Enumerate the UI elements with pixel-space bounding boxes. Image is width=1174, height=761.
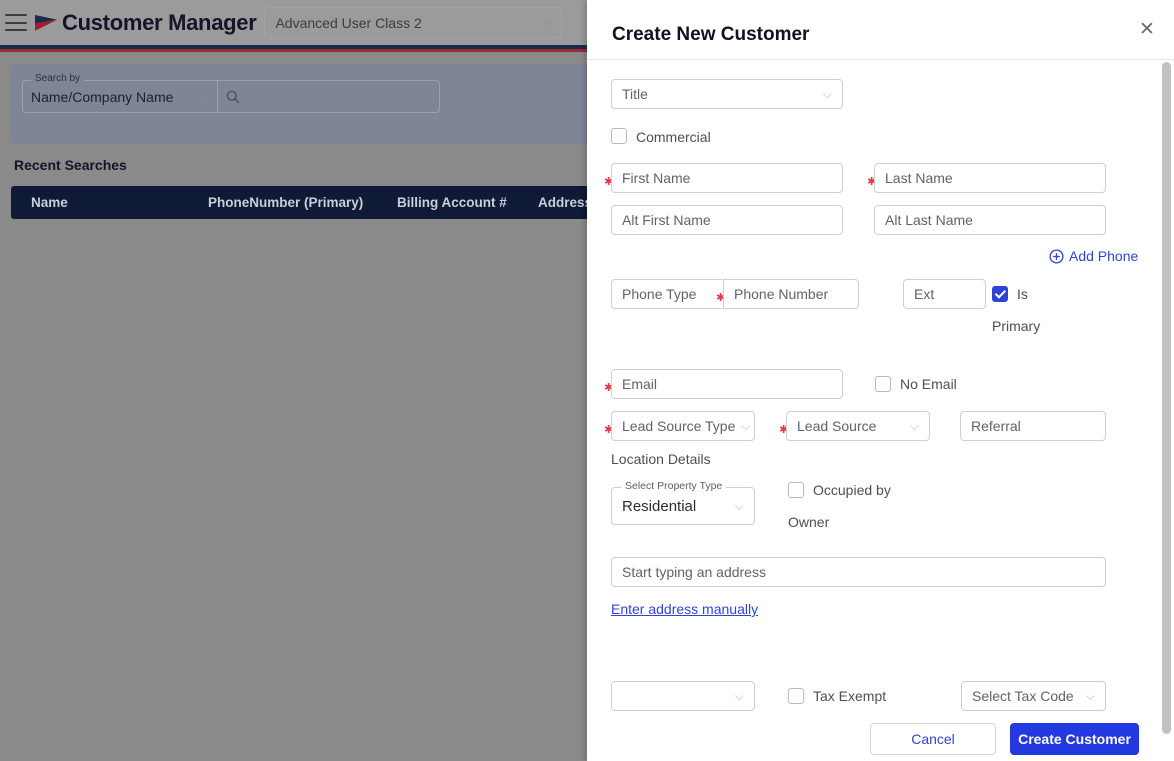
search-icon (226, 90, 240, 103)
bottom-unlabeled-select[interactable]: ⌵ (611, 681, 755, 711)
alt-first-name-input[interactable]: Alt First Name (611, 205, 843, 235)
modal-title: Create New Customer (612, 24, 810, 45)
last-name-placeholder: Last Name (885, 170, 953, 186)
search-input[interactable] (246, 87, 416, 106)
search-by-value: Name/Company Name (31, 88, 174, 105)
tax-exempt-checkbox[interactable] (788, 688, 804, 704)
chevron-down-icon: ⌵ (734, 689, 744, 703)
referral-placeholder: Referral (971, 418, 1021, 434)
enter-address-manually-link[interactable]: Enter address manually (611, 601, 758, 617)
close-icon[interactable]: ✕ (1136, 18, 1158, 40)
modal-scrollbar-thumb[interactable] (1162, 62, 1171, 734)
referral-input[interactable]: Referral (960, 411, 1106, 441)
property-type-value: Residential (622, 497, 697, 515)
hamburger-icon[interactable] (5, 14, 27, 31)
phone-type-placeholder: Phone Type (622, 286, 697, 302)
column-header-phone: PhoneNumber (Primary) (208, 195, 364, 210)
cancel-button[interactable]: Cancel (870, 723, 996, 755)
no-email-checkbox[interactable] (875, 376, 891, 392)
is-primary-label-line2: Primary (992, 318, 1041, 334)
recent-searches-heading: Recent Searches (14, 157, 127, 173)
plus-circle-icon (1049, 248, 1064, 264)
is-primary-label-line1: Is (1017, 286, 1028, 302)
ext-input[interactable]: Ext (903, 279, 986, 309)
phone-type-select[interactable]: Phone Type (611, 279, 722, 309)
first-name-placeholder: First Name (622, 170, 691, 186)
location-details-heading: Location Details (611, 451, 711, 467)
create-customer-button[interactable]: Create Customer (1010, 723, 1139, 755)
pennant-logo-icon (33, 13, 59, 33)
chevron-down-icon: ⌵ (822, 87, 832, 101)
modal-scrollbar[interactable] (1162, 62, 1171, 759)
search-row: Search by Name/Company Name ⌵ (22, 74, 440, 113)
chevron-down-icon: ⌵ (199, 89, 209, 103)
address-placeholder: Start typing an address (622, 564, 766, 580)
modal-header: Create New Customer ✕ (587, 0, 1174, 60)
lead-source-placeholder: Lead Source (797, 418, 877, 434)
phone-number-input[interactable]: Phone Number (723, 279, 859, 309)
chevron-down-icon: ⌵ (542, 15, 552, 29)
address-autocomplete-input[interactable]: Start typing an address (611, 557, 1106, 587)
property-type-select[interactable]: Select Property Type Residential ⌵ (611, 481, 755, 525)
column-header-address: Address (538, 195, 593, 210)
user-class-value: Advanced User Class 2 (275, 14, 422, 31)
tax-code-select[interactable]: Select Tax Code ⌵ (961, 681, 1106, 711)
alt-last-name-input[interactable]: Alt Last Name (874, 205, 1106, 235)
chevron-down-icon: ⌵ (1085, 689, 1095, 703)
last-name-input[interactable]: Last Name (874, 163, 1106, 193)
search-by-legend: Search by (31, 74, 85, 84)
column-header-billing-account: Billing Account # (397, 195, 507, 210)
alt-first-name-placeholder: Alt First Name (622, 212, 711, 228)
add-phone-button[interactable]: Add Phone (1049, 248, 1138, 264)
commercial-label: Commercial (636, 129, 711, 145)
email-placeholder: Email (622, 376, 658, 392)
is-primary-checkbox[interactable] (992, 286, 1008, 302)
first-name-input[interactable]: First Name (611, 163, 843, 193)
search-field-wrapper[interactable] (218, 80, 440, 113)
user-class-select[interactable]: Advanced User Class 2 ⌵ (264, 6, 563, 39)
page-title: Customer Manager (62, 9, 257, 35)
chevron-down-icon: ⌵ (909, 419, 919, 433)
no-email-label: No Email (900, 376, 957, 392)
search-by-select[interactable]: Search by Name/Company Name ⌵ (22, 74, 218, 113)
email-input[interactable]: Email (611, 369, 843, 399)
lead-source-select[interactable]: Lead Source ⌵ (786, 411, 930, 441)
lead-source-type-select[interactable]: Lead Source Type ⌵ (611, 411, 755, 441)
column-header-name: Name (31, 195, 68, 210)
tax-code-value: Select Tax Code (972, 688, 1074, 704)
commercial-checkbox[interactable] (611, 128, 627, 144)
ext-placeholder: Ext (914, 286, 935, 302)
occupied-by-owner-label-line1: Occupied by (813, 482, 891, 498)
lead-source-type-placeholder: Lead Source Type (622, 418, 736, 434)
title-select[interactable]: Title ⌵ (611, 79, 843, 109)
occupied-by-owner-checkbox[interactable] (788, 482, 804, 498)
title-select-value: Title (622, 86, 648, 102)
occupied-by-owner-label-line2: Owner (788, 514, 830, 530)
alt-last-name-placeholder: Alt Last Name (885, 212, 973, 228)
create-new-customer-modal: Create New Customer ✕ Title ⌵ Commercial… (587, 0, 1174, 761)
chevron-down-icon: ⌵ (741, 419, 751, 433)
property-type-legend: Select Property Type (621, 481, 727, 492)
chevron-down-icon: ⌵ (734, 498, 744, 513)
phone-number-placeholder: Phone Number (734, 286, 829, 302)
add-phone-label: Add Phone (1069, 248, 1139, 264)
tax-exempt-label: Tax Exempt (813, 688, 887, 704)
modal-body: Title ⌵ Commercial ✱ First Name ✱ Last N… (587, 60, 1174, 761)
